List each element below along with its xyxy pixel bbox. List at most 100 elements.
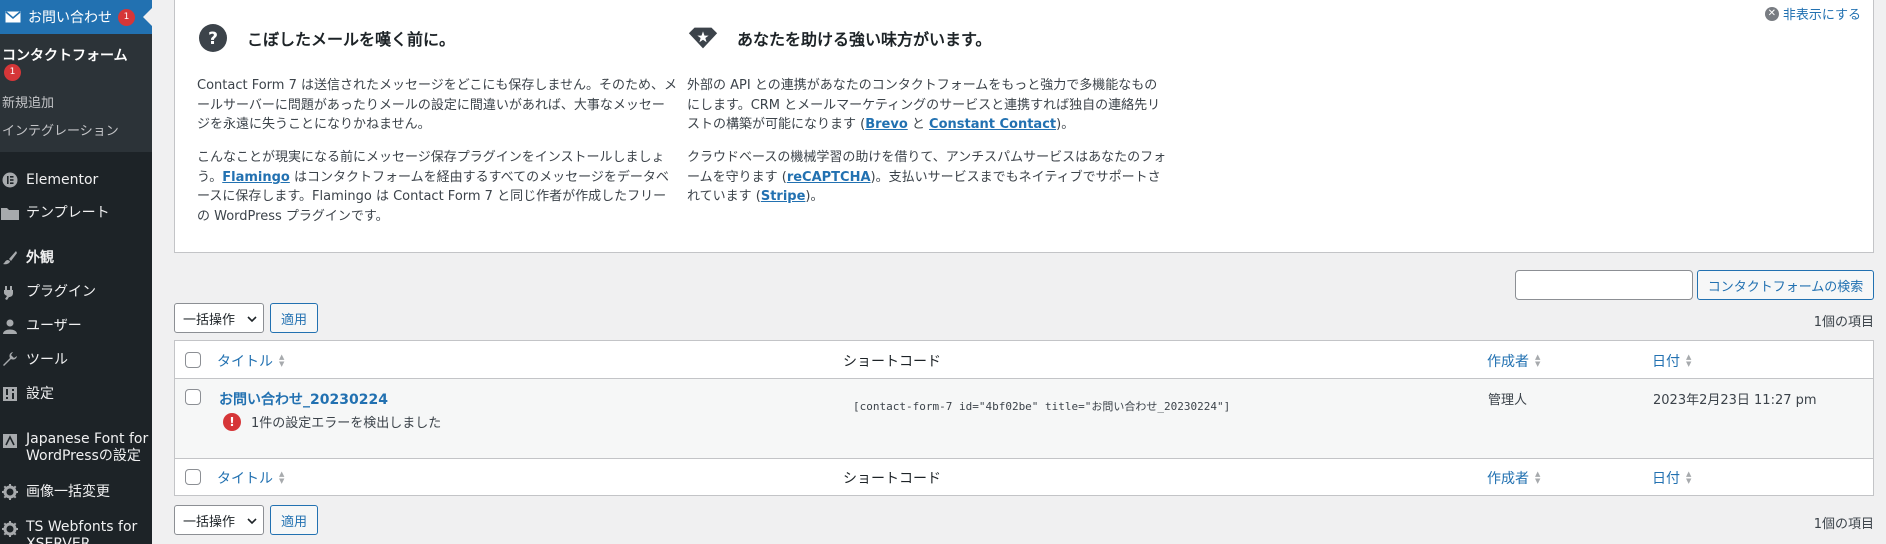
- bulk-action-select-top[interactable]: 一括操作: [174, 303, 264, 333]
- notice-left-heading: ? こぼしたメールを嘆く前に。: [197, 22, 455, 54]
- stripe-link[interactable]: Stripe: [761, 189, 806, 204]
- menu-tools-label: ツール: [26, 351, 68, 368]
- menu-japanese-font-label: Japanese Font for WordPressの設定: [26, 431, 148, 465]
- select-all-checkbox-bottom[interactable]: [185, 469, 201, 485]
- sort-icon: ▲ ▼: [279, 353, 285, 368]
- plugin-icon: [0, 282, 20, 302]
- search-input[interactable]: [1515, 270, 1693, 300]
- table-footer: タイトル ▲ ▼ ショートコード 作成者 ▲ ▼ 日付 ▲ ▼: [175, 458, 1873, 495]
- font-icon: [0, 431, 20, 451]
- author-cell: 管理人: [1488, 393, 1528, 408]
- shortcode-text[interactable]: [contact-form-7 id="4bf02be" title="お問い合…: [853, 398, 1230, 414]
- elementor-icon: [0, 170, 20, 190]
- menu-ts-webfonts-label: TS Webfonts for XSERVER: [26, 519, 137, 544]
- menu-appearance[interactable]: 外観: [0, 248, 152, 268]
- brevo-link[interactable]: Brevo: [865, 117, 908, 132]
- menu-japanese-font[interactable]: Japanese Font for WordPressの設定: [0, 431, 152, 465]
- column-title-bottom-label: タイトル: [217, 471, 273, 487]
- menu-settings[interactable]: 設定: [0, 384, 152, 404]
- menu-japanese-font-line2: WordPressの設定: [26, 448, 141, 464]
- notice-right-p1: 外部の API との連携があなたのコンタクトフォームをもっと強力で多機能なものに…: [687, 76, 1167, 135]
- menu-bulk-image[interactable]: 画像一括変更: [0, 482, 152, 502]
- apply-button-top[interactable]: 適用: [270, 303, 318, 333]
- svg-text:?: ?: [208, 29, 218, 49]
- menu-tools[interactable]: ツール: [0, 350, 152, 370]
- table-header: タイトル ▲ ▼ ショートコード 作成者 ▲ ▼ 日付 ▲ ▼: [175, 341, 1873, 379]
- chevron-down-icon: [247, 515, 257, 530]
- menu-japanese-font-line1: Japanese Font for: [26, 431, 149, 447]
- menu-settings-label: 設定: [26, 385, 54, 402]
- column-shortcode: ショートコード: [843, 354, 941, 370]
- column-title-bottom[interactable]: タイトル ▲ ▼: [217, 468, 284, 488]
- search-button[interactable]: コンタクトフォームの検索: [1697, 270, 1874, 300]
- menu-contact[interactable]: お問い合わせ 1: [0, 0, 152, 34]
- notice-right-heading: あなたを助ける強い味方がいます。: [687, 22, 991, 54]
- menu-ts-webfonts-line1: TS Webfonts for: [26, 519, 138, 535]
- column-date[interactable]: 日付 ▲ ▼: [1652, 351, 1691, 371]
- column-date-label: 日付: [1652, 354, 1680, 370]
- sort-icon: ▲ ▼: [279, 470, 285, 485]
- flamingo-link[interactable]: Flamingo: [222, 170, 290, 185]
- recaptcha-link[interactable]: reCAPTCHA: [787, 170, 871, 185]
- submenu-contact-forms[interactable]: コンタクトフォーム: [2, 45, 128, 65]
- column-title-label: タイトル: [217, 354, 273, 370]
- sort-icon: ▲ ▼: [1535, 470, 1541, 485]
- submenu-contact-forms-badge: 1: [4, 64, 21, 81]
- menu-users-label: ユーザー: [26, 317, 82, 334]
- sort-icon: ▲ ▼: [1686, 353, 1692, 368]
- column-date-bottom-label: 日付: [1652, 471, 1680, 487]
- bulk-action-select-bottom[interactable]: 一括操作: [174, 505, 264, 535]
- notice-left-heading-text: こぼしたメールを嘆く前に。: [247, 30, 456, 49]
- user-icon: [0, 316, 20, 336]
- menu-elementor[interactable]: Elementor: [0, 170, 152, 190]
- form-title-link[interactable]: お問い合わせ_20230224: [219, 389, 388, 409]
- apply-button-bottom[interactable]: 適用: [270, 505, 318, 535]
- column-author-bottom[interactable]: 作成者 ▲ ▼: [1487, 468, 1540, 488]
- contact-forms-table: タイトル ▲ ▼ ショートコード 作成者 ▲ ▼ 日付 ▲ ▼ お問い合わせ_2023…: [174, 340, 1874, 496]
- submenu-add-new[interactable]: 新規追加: [2, 92, 54, 111]
- menu-contact-label: お問い合わせ: [28, 10, 112, 26]
- menu-contact-badge: 1: [118, 8, 135, 26]
- menu-plugins-label: プラグイン: [26, 283, 96, 300]
- settings-icon: [0, 384, 20, 404]
- column-date-bottom[interactable]: 日付 ▲ ▼: [1652, 468, 1691, 488]
- wrench-icon: [0, 350, 20, 370]
- contact-submenu: コンタクトフォーム 1 新規追加 インテグレーション: [0, 34, 152, 152]
- column-shortcode-bottom: ショートコード: [843, 471, 941, 487]
- sort-icon: ▲ ▼: [1686, 470, 1692, 485]
- menu-appearance-label: 外観: [26, 249, 54, 266]
- menu-plugins[interactable]: プラグイン: [0, 282, 152, 302]
- brush-icon: [0, 248, 20, 268]
- sort-icon: ▲ ▼: [1535, 353, 1541, 368]
- column-author[interactable]: 作成者 ▲ ▼: [1487, 351, 1540, 371]
- submenu-integration[interactable]: インテグレーション: [2, 120, 119, 139]
- notice-right-heading-text: あなたを助ける強い味方がいます。: [737, 30, 992, 49]
- select-all-checkbox[interactable]: [185, 352, 201, 368]
- row-checkbox[interactable]: [185, 389, 201, 405]
- notice-right-p2-after: )。: [805, 189, 824, 204]
- bulk-action-select-bottom-label: 一括操作: [183, 514, 236, 530]
- notice-left-p1: Contact Form 7 は送信されたメッセージをどこにも保存しません。その…: [197, 78, 677, 132]
- column-author-bottom-label: 作成者: [1487, 471, 1529, 487]
- envelope-icon: [4, 10, 22, 24]
- notice-left-p2: こんなことが現実になる前にメッセージ保存プラグインをインストールしましょう。Fl…: [197, 148, 677, 226]
- error-icon: !: [223, 412, 241, 431]
- dismiss-link[interactable]: ✕ 非表示にする: [1764, 4, 1861, 23]
- menu-elementor-label: Elementor: [26, 171, 99, 188]
- item-count-bottom: 1個の項目: [1813, 517, 1874, 532]
- column-title[interactable]: タイトル ▲ ▼: [217, 351, 284, 371]
- close-icon: ✕: [1764, 6, 1779, 21]
- current-arrow: [143, 8, 152, 26]
- notice-right-p2: クラウドベースの機械学習の助けを借りて、アンチスパムサービスはあなたのフォームを…: [687, 148, 1167, 207]
- menu-ts-webfonts[interactable]: TS Webfonts for XSERVER: [0, 519, 152, 544]
- constant-contact-link[interactable]: Constant Contact: [929, 117, 1056, 132]
- gear-icon: [0, 519, 20, 539]
- bulk-action-select-top-label: 一括操作: [183, 312, 236, 328]
- menu-users[interactable]: ユーザー: [0, 316, 152, 336]
- config-error-text: 1件の設定エラーを検出しました: [251, 416, 442, 431]
- item-count-top: 1個の項目: [1813, 315, 1874, 330]
- menu-templates[interactable]: テンプレート: [0, 203, 152, 223]
- notice-right-p1-mid: と: [907, 117, 930, 132]
- folder-icon: [0, 203, 20, 223]
- menu-ts-webfonts-line2: XSERVER: [26, 536, 91, 544]
